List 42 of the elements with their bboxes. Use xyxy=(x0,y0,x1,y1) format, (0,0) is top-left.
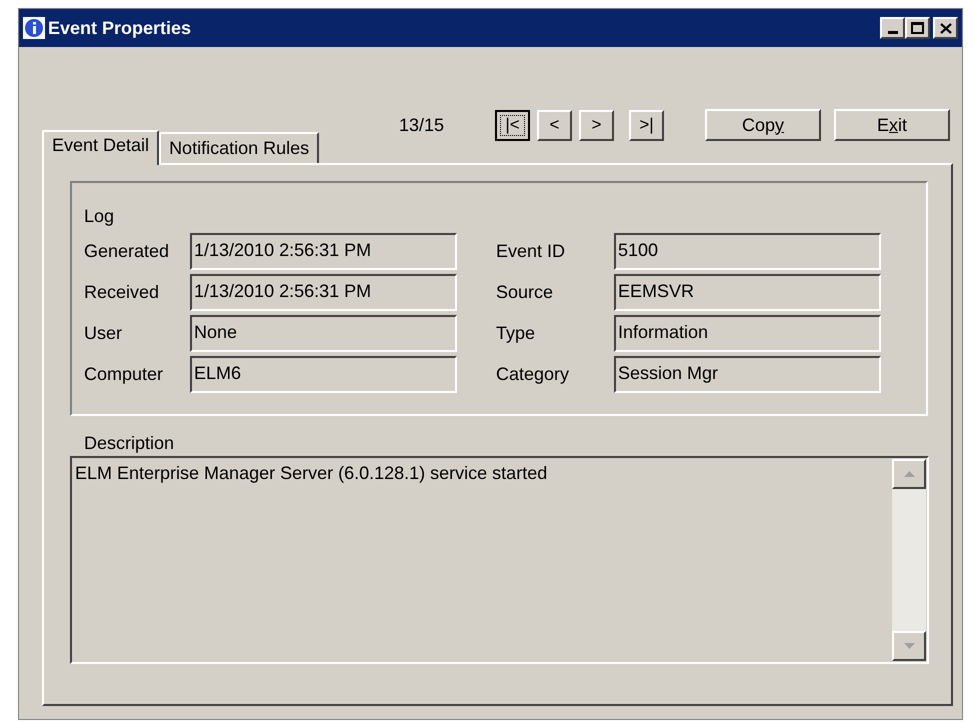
field-label: Received xyxy=(84,280,160,304)
readonly-field: Session Mgr xyxy=(614,356,881,392)
group-title: Log xyxy=(84,205,116,227)
field-label: Type xyxy=(496,322,536,345)
minimize-icon xyxy=(888,31,898,34)
scroll-down-button[interactable] xyxy=(892,631,926,661)
close-button[interactable] xyxy=(933,17,958,39)
readonly-field: None xyxy=(190,314,457,352)
readonly-field: ELM6 xyxy=(190,356,457,392)
page-counter: 13/15 xyxy=(399,114,446,136)
readonly-field: Information xyxy=(614,314,881,352)
field-label: Event ID xyxy=(496,240,566,262)
readonly-field: 5100 xyxy=(614,232,881,270)
nav-button[interactable]: >| xyxy=(629,110,664,140)
copy-button[interactable]: Copy xyxy=(705,109,821,141)
tab[interactable]: Notification Rules xyxy=(159,132,320,163)
up-arrow-icon xyxy=(904,471,914,477)
scrollbar[interactable] xyxy=(892,459,926,661)
close-icon xyxy=(940,22,952,34)
field-label: Source xyxy=(496,280,554,304)
info-icon xyxy=(23,17,45,39)
field-label: User xyxy=(84,322,124,344)
maximize-icon xyxy=(911,22,924,34)
window-title: Event Properties xyxy=(48,16,192,40)
down-arrow-icon xyxy=(904,643,914,649)
maximize-button[interactable] xyxy=(905,17,930,39)
nav-button[interactable]: > xyxy=(579,110,614,140)
tab[interactable]: Event Detail xyxy=(42,130,160,165)
nav-button[interactable]: < xyxy=(537,110,572,140)
readonly-field: 1/13/2010 2:56:31 PM xyxy=(190,232,457,270)
minimize-button[interactable] xyxy=(880,17,905,39)
description-label: Description xyxy=(84,432,176,455)
readonly-field: EEMSVR xyxy=(614,274,881,310)
readonly-field: 1/13/2010 2:56:31 PM xyxy=(190,274,457,310)
description-box[interactable]: ELM Enterprise Manager Server (6.0.128.1) service started xyxy=(70,456,929,664)
field-label: Category xyxy=(496,362,570,386)
exit-button[interactable]: Exit xyxy=(834,109,950,141)
field-label: Generated xyxy=(84,240,170,262)
nav-button[interactable]: |< xyxy=(495,110,530,140)
scroll-up-button[interactable] xyxy=(892,459,926,489)
description-text: ELM Enterprise Manager Server (6.0.128.1) service started xyxy=(74,462,548,485)
field-label: Computer xyxy=(84,362,164,386)
